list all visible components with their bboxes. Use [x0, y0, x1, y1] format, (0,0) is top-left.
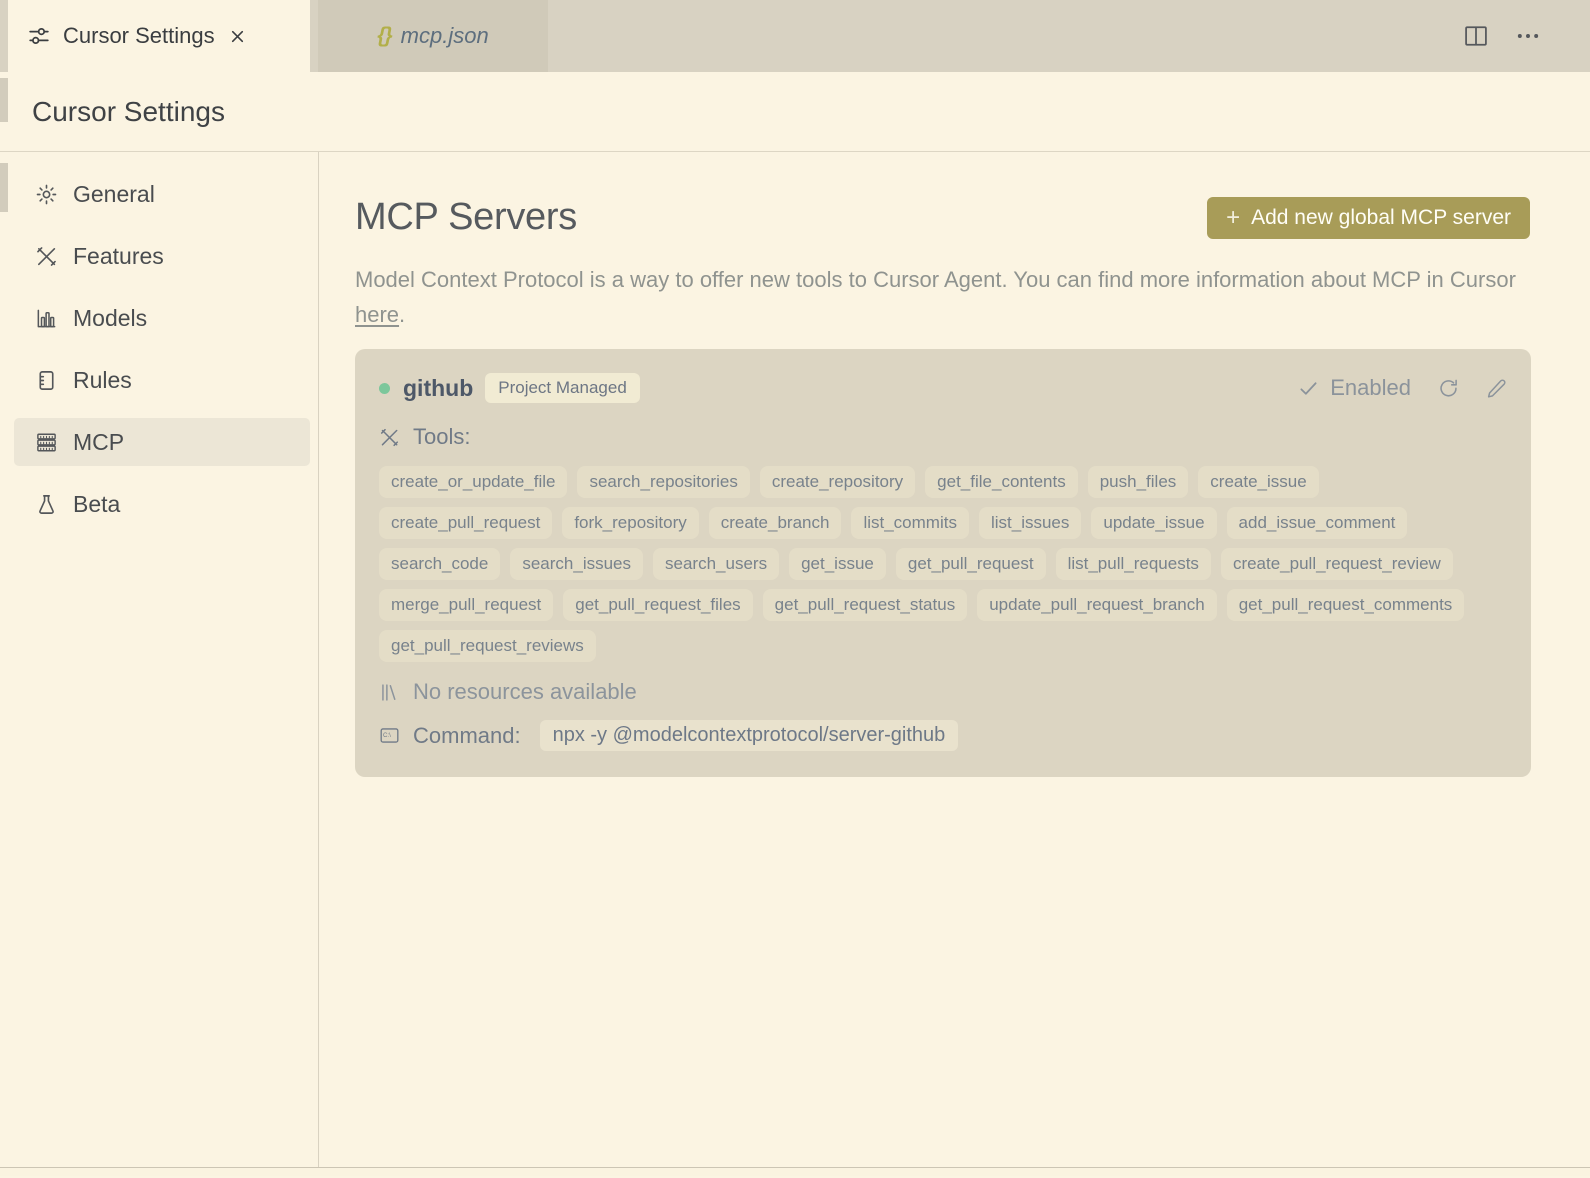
tab-label: Cursor Settings — [63, 23, 215, 48]
left-edge-artifact — [0, 163, 8, 212]
tool-tag: list_commits — [851, 507, 969, 539]
refresh-icon[interactable] — [1438, 378, 1459, 399]
page-title: Cursor Settings — [32, 95, 225, 127]
tool-tag: search_issues — [510, 548, 644, 580]
sidebar-item-label: Rules — [73, 366, 132, 393]
sidebar-item-label: Models — [73, 304, 148, 331]
ruled-page-icon — [35, 369, 58, 392]
tab-bar-actions — [1462, 0, 1590, 72]
sidebar-item-label: Beta — [73, 490, 121, 517]
sidebar-item-beta[interactable]: Beta — [14, 480, 310, 528]
description-period: . — [399, 302, 406, 327]
tool-tag: get_pull_request_reviews — [379, 630, 596, 662]
tool-tag: search_code — [379, 548, 501, 580]
sidebar-item-label: Features — [73, 242, 164, 269]
bar-chart-icon — [35, 307, 58, 330]
tool-tag: update_pull_request_branch — [977, 589, 1217, 621]
enabled-label: Enabled — [1330, 375, 1411, 400]
flask-icon — [35, 493, 58, 516]
sidebar-item-features[interactable]: Features — [14, 232, 310, 280]
json-braces-icon: {} — [377, 24, 392, 47]
settings-page-header: Cursor Settings — [0, 72, 1590, 152]
server-status-dot — [379, 382, 390, 394]
plus-icon: + — [1226, 203, 1241, 231]
tool-tag: fork_repository — [562, 507, 699, 539]
sliders-icon — [28, 25, 50, 47]
sidebar-item-models[interactable]: Models — [14, 294, 310, 342]
tool-tag: create_pull_request_review — [1220, 548, 1453, 580]
tools-icon — [35, 245, 58, 268]
command-value: npx -y @modelcontextprotocol/server-gith… — [539, 720, 959, 751]
gear-icon — [35, 183, 58, 206]
bottom-edge — [0, 1168, 1590, 1176]
edit-pencil-icon[interactable] — [1486, 378, 1507, 399]
tools-icon — [379, 427, 400, 448]
mcp-server-card-github: github Project Managed Enabled Tools: cr… — [355, 349, 1531, 777]
tool-tag: search_users — [653, 548, 780, 580]
check-icon — [1298, 378, 1319, 399]
tools-label: Tools: — [413, 424, 471, 449]
tool-tag: get_issue — [789, 548, 886, 580]
left-edge-artifact — [0, 78, 8, 122]
settings-sidebar: General Features Models Rules MCP Beta — [0, 152, 319, 1167]
tool-tag-list: create_or_update_file search_repositorie… — [379, 466, 1489, 662]
project-managed-badge: Project Managed — [485, 373, 640, 403]
tool-tag: add_issue_comment — [1226, 507, 1408, 539]
tab-mcp-json[interactable]: {} mcp.json — [318, 0, 548, 72]
svg-text:C:\: C:\ — [383, 732, 391, 739]
tool-tag: list_issues — [978, 507, 1082, 539]
section-heading: MCP Servers — [355, 196, 577, 238]
tab-cursor-settings[interactable]: Cursor Settings — [8, 0, 310, 72]
sidebar-item-label: MCP — [73, 428, 125, 455]
mcp-description: Model Context Protocol is a way to offer… — [355, 262, 1530, 332]
sidebar-item-rules[interactable]: Rules — [14, 356, 310, 404]
tool-tag: get_pull_request_status — [762, 589, 968, 621]
tool-tag: update_issue — [1091, 507, 1217, 539]
tool-tag: get_file_contents — [925, 466, 1078, 498]
tool-tag: get_pull_request_comments — [1226, 589, 1465, 621]
tool-tag: create_repository — [759, 466, 916, 498]
tool-tag: create_pull_request — [379, 507, 553, 539]
add-global-mcp-server-button[interactable]: + Add new global MCP server — [1207, 196, 1530, 239]
terminal-icon: C:\ — [379, 725, 400, 746]
sidebar-item-general[interactable]: General — [14, 170, 310, 218]
command-label: Command: — [413, 722, 521, 748]
tool-tag: search_repositories — [577, 466, 750, 498]
split-editor-icon[interactable] — [1462, 22, 1490, 50]
tool-tag: push_files — [1087, 466, 1189, 498]
mcp-settings-panel: MCP Servers + Add new global MCP server … — [319, 152, 1590, 1167]
close-icon[interactable] — [229, 28, 246, 45]
enabled-toggle[interactable]: Enabled — [1298, 375, 1411, 401]
description-text: Model Context Protocol is a way to offer… — [355, 267, 1516, 292]
tool-tag: merge_pull_request — [379, 589, 554, 621]
add-button-label: Add new global MCP server — [1251, 205, 1511, 229]
tool-tag: list_pull_requests — [1055, 548, 1211, 580]
here-link[interactable]: here — [355, 302, 399, 327]
sidebar-item-label: General — [73, 180, 155, 207]
library-icon — [379, 682, 400, 703]
tool-tag: get_pull_request — [895, 548, 1046, 580]
tool-tag: create_branch — [708, 507, 842, 539]
tool-tag: create_or_update_file — [379, 466, 568, 498]
editor-tab-bar: Cursor Settings {} mcp.json — [0, 0, 1590, 72]
server-stack-icon — [35, 431, 58, 454]
resources-text: No resources available — [413, 679, 637, 704]
tab-label: mcp.json — [400, 23, 489, 48]
more-actions-icon[interactable] — [1514, 22, 1542, 50]
server-name: github — [403, 374, 474, 401]
tool-tag: create_issue — [1198, 466, 1319, 498]
sidebar-item-mcp[interactable]: MCP — [14, 418, 310, 466]
tool-tag: get_pull_request_files — [563, 589, 753, 621]
